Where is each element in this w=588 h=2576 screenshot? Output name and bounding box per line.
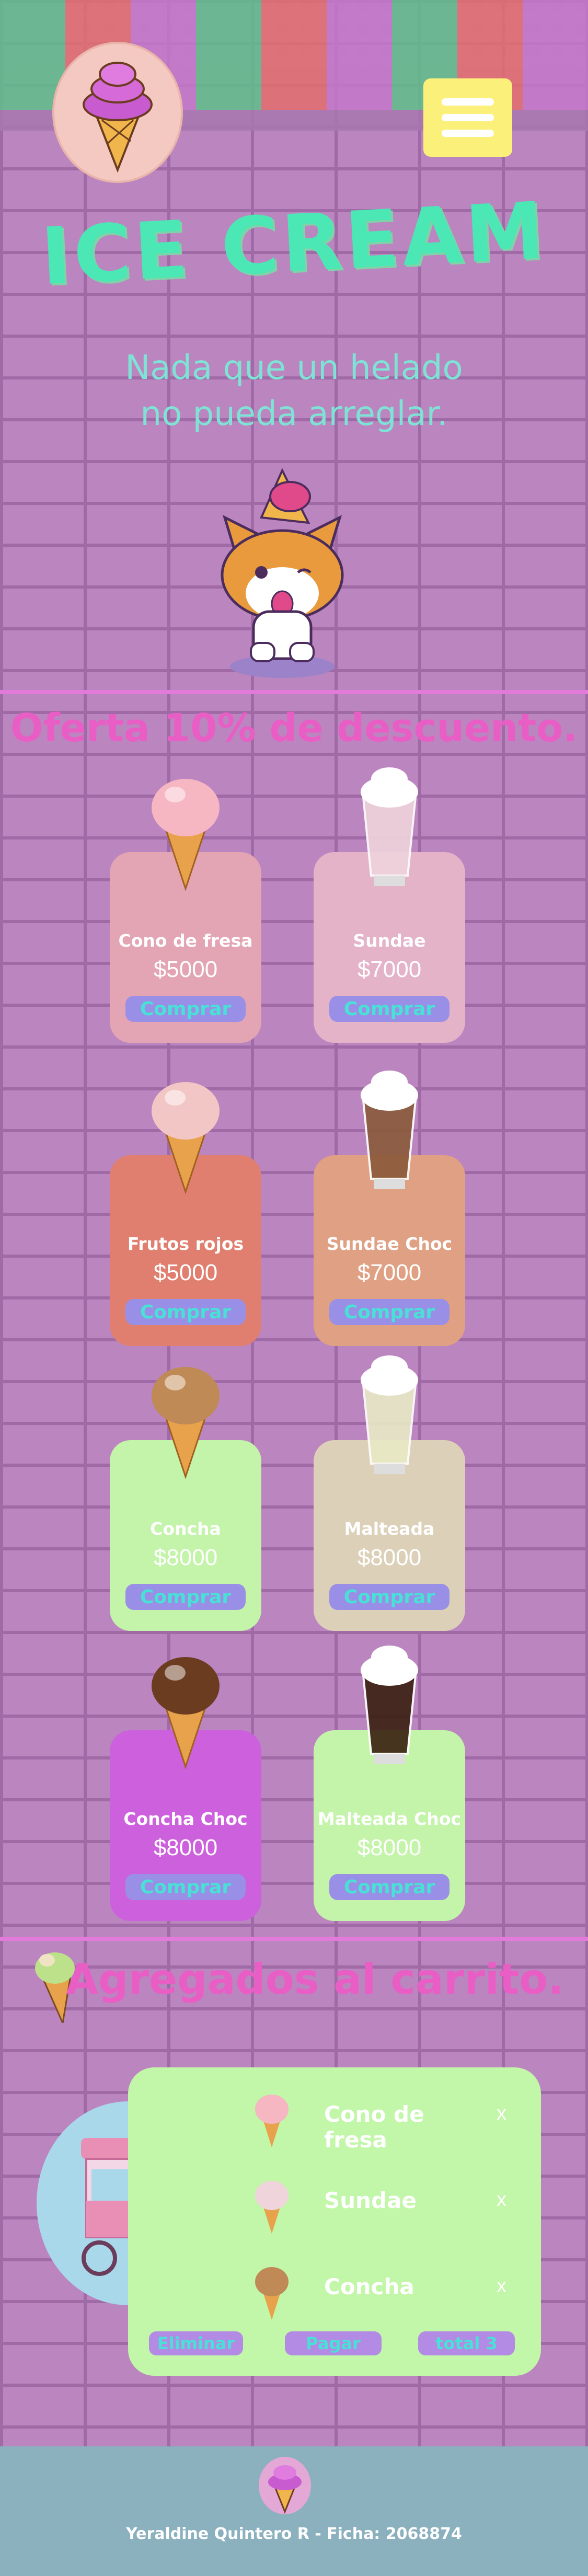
cart-item-name: Sundae — [324, 2188, 417, 2213]
product-card: Malteada $8000 Comprar — [314, 1355, 465, 1631]
product-price: $7000 — [357, 957, 422, 982]
buy-button[interactable]: Comprar — [329, 1299, 449, 1325]
sundae-cup-icon — [361, 1355, 418, 1474]
tagline: Nada que un helado no pueda arreglar. — [125, 349, 463, 433]
product-name: Frutos rojos — [127, 1234, 244, 1254]
product-name: Sundae Choc — [326, 1234, 453, 1254]
buy-button[interactable]: Comprar — [125, 1874, 246, 1900]
product-name: Malteada Choc — [317, 1809, 462, 1829]
page-title: ICE CREAM — [39, 185, 549, 303]
hamburger-menu-icon — [442, 98, 494, 106]
product-card: Sundae $7000 Comprar — [314, 767, 465, 1043]
ice-cream-cone-icon — [152, 1657, 220, 1769]
pay-button[interactable]: Pagar — [285, 2331, 382, 2355]
ice-cream-cone-icon — [152, 779, 220, 891]
footer-credits: Yeraldine Quintero R - Ficha: 2068874 — [126, 2525, 462, 2543]
total-button[interactable]: total 3 — [418, 2331, 515, 2355]
product-name: Malteada — [344, 1519, 435, 1539]
product-card: Concha Choc $8000 Comprar — [110, 1657, 261, 1921]
sundae-cup-icon — [361, 767, 418, 886]
product-price: $8000 — [153, 1545, 218, 1570]
buy-button[interactable]: Comprar — [125, 1584, 246, 1610]
cart-item: Sundae x — [246, 2172, 517, 2235]
offers-title: Oferta 10% de descuento. — [10, 706, 578, 751]
footer: Yeraldine Quintero R - Ficha: 2068874 — [0, 2446, 588, 2576]
product-card: Cono de fresa $5000 Comprar — [110, 779, 261, 1043]
product-card: Concha $8000 Comprar — [110, 1367, 261, 1631]
sundae-cup-icon — [361, 1071, 418, 1189]
ice-cream-cone-icon — [83, 62, 153, 172]
product-thumbnail-icon — [255, 2181, 289, 2234]
remove-item-icon[interactable]: x — [497, 2102, 506, 2125]
section-divider — [0, 1937, 588, 1941]
cart-item-name: Concha — [324, 2274, 414, 2299]
buy-button[interactable]: Comprar — [329, 1584, 449, 1610]
product-name: Sundae — [353, 930, 426, 951]
product-thumbnail-icon — [255, 2095, 289, 2147]
product-name: Cono de fresa — [118, 930, 253, 951]
remove-item-icon[interactable]: x — [497, 2189, 506, 2211]
section-divider — [0, 690, 588, 694]
product-price: $8000 — [357, 1545, 422, 1570]
ice-cream-cone-icon — [152, 1367, 220, 1479]
cart-item: Cono de fresa x — [246, 2086, 517, 2153]
product-thumbnail-icon — [255, 2267, 289, 2320]
footer-logo-icon — [259, 2457, 311, 2514]
cart-title: Agregados al carrito. — [66, 1955, 564, 2004]
product-card: Malteada Choc $8000 Comprar — [314, 1646, 465, 1921]
product-price: $7000 — [357, 1260, 422, 1285]
cart-item: Concha x — [246, 2258, 517, 2321]
delete-button[interactable]: Eliminar — [149, 2331, 243, 2355]
buy-button[interactable]: Comprar — [125, 996, 246, 1022]
sundae-cup-icon — [361, 1646, 418, 1764]
menu-button[interactable] — [423, 78, 512, 157]
logo[interactable] — [52, 42, 183, 183]
product-card: Sundae Choc $7000 Comprar — [314, 1071, 465, 1346]
buy-button[interactable]: Comprar — [329, 996, 449, 1022]
buy-button[interactable]: Comprar — [329, 1874, 449, 1900]
ice-cream-cone-icon — [152, 1082, 220, 1194]
product-name: Concha — [150, 1519, 221, 1539]
remove-item-icon[interactable]: x — [497, 2275, 506, 2297]
product-name: Concha Choc — [123, 1809, 248, 1829]
product-card: Frutos rojos $5000 Comprar — [110, 1082, 261, 1346]
product-price: $5000 — [153, 957, 218, 982]
product-price: $5000 — [153, 1260, 218, 1285]
cart-item-name: Cono de fresa — [324, 2101, 424, 2153]
buy-button[interactable]: Comprar — [125, 1299, 246, 1325]
product-price: $8000 — [357, 1835, 422, 1860]
corgi-mascot-icon — [221, 468, 344, 678]
product-price: $8000 — [153, 1835, 218, 1860]
